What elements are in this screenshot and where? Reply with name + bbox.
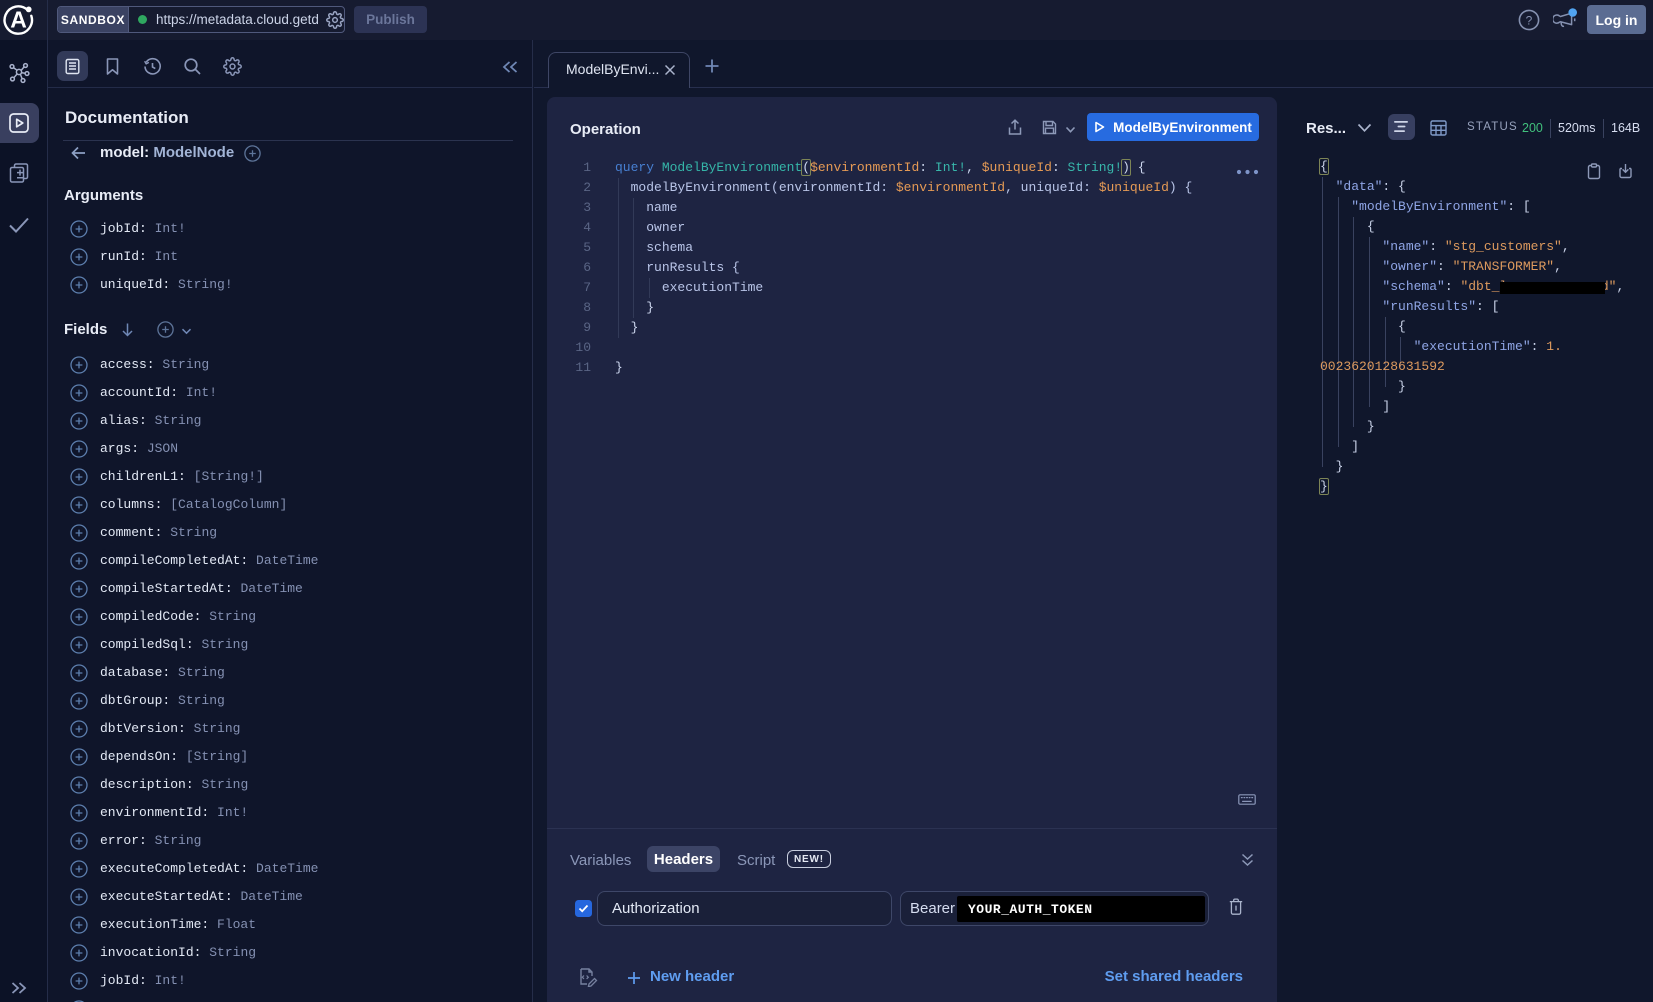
svg-text:?: ?	[1526, 13, 1533, 27]
svg-text:A: A	[10, 7, 27, 33]
